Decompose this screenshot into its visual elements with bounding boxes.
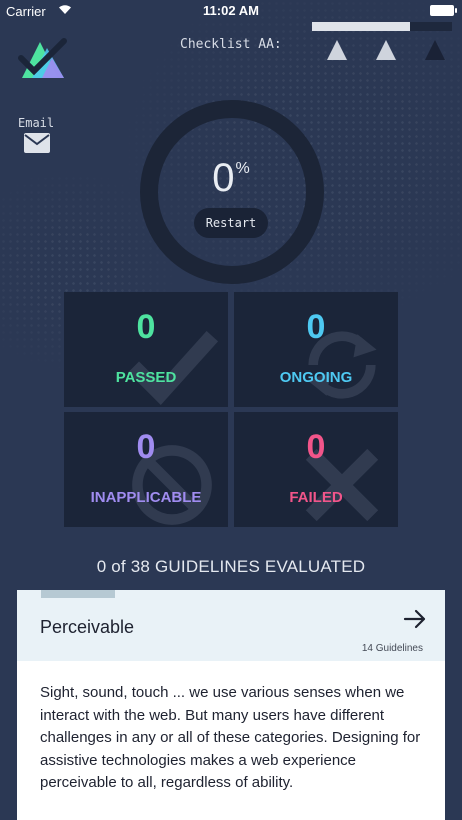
stat-tile-passed[interactable]: 0 PASSED — [64, 292, 228, 407]
email-label[interactable]: Email — [18, 116, 54, 130]
app-logo-icon[interactable] — [18, 38, 68, 82]
card-title: Perceivable — [40, 617, 135, 637]
ongoing-label: ONGOING — [279, 369, 353, 386]
inapplicable-count: 0 — [136, 428, 156, 466]
failed-count: 0 — [306, 428, 326, 466]
guidelines-evaluated-summary: 0 of 38 GUIDELINES EVALUATED — [96, 557, 366, 576]
envelope-icon[interactable] — [24, 133, 50, 153]
status-bar: Carrier 11:02 AM — [0, 0, 462, 22]
battery-icon — [430, 5, 457, 16]
card-header[interactable]: Perceivable 14 Guidelines — [17, 590, 445, 661]
arrow-right-icon[interactable] — [403, 608, 427, 630]
restart-button[interactable]: Restart — [194, 208, 268, 238]
progress-value: 0 — [212, 156, 235, 200]
clock: 11:02 AM — [203, 3, 259, 18]
progress-percentage: 0% — [0, 156, 462, 201]
inapplicable-label: INAPPLICABLE — [90, 489, 202, 506]
card-description: Sight, sound, touch ... we use various s… — [40, 684, 421, 791]
checklist-progress-bar — [312, 22, 452, 31]
principle-card[interactable]: Perceivable 14 Guidelines Sight, sound, … — [17, 590, 445, 820]
guidelines-count: 14 Guidelines — [361, 643, 423, 654]
level-aaa-icon[interactable] — [425, 40, 445, 60]
stat-tile-ongoing[interactable]: 0 ONGOING — [234, 292, 398, 407]
ongoing-count: 0 — [306, 308, 326, 346]
card-tab-indicator — [41, 590, 115, 598]
passed-count: 0 — [136, 308, 156, 346]
level-aa-icon[interactable] — [376, 40, 396, 60]
checklist-title: Checklist AA: — [180, 37, 282, 52]
level-a-icon[interactable] — [327, 40, 347, 60]
passed-label: PASSED — [115, 369, 177, 386]
checklist-progress-fill — [312, 22, 410, 31]
failed-label: FAILED — [289, 489, 343, 506]
stat-tile-inapplicable[interactable]: 0 INAPPLICABLE — [64, 412, 228, 527]
stat-tile-failed[interactable]: 0 FAILED — [234, 412, 398, 527]
percent-sign: % — [235, 160, 250, 177]
